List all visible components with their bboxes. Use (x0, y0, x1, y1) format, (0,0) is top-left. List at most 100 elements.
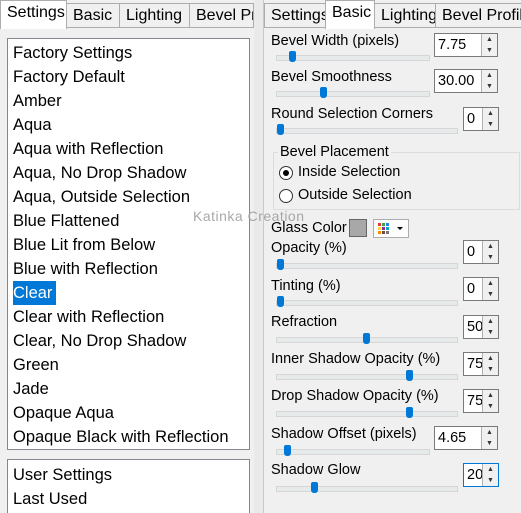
right-tab-strip: Settings Basic Lighting Bevel Profile (264, 0, 521, 29)
inside-selection-radio[interactable] (279, 166, 293, 180)
refraction-label: Refraction (271, 314, 338, 330)
shadow-offset-slider[interactable] (276, 449, 430, 455)
list-item-label: Aqua, No Drop Shadow (13, 164, 187, 182)
slider-thumb[interactable] (277, 296, 284, 307)
spin-down-icon[interactable]: ▼ (482, 475, 498, 486)
inner-shadow-slider[interactable] (276, 374, 458, 380)
tab-bevel-profile[interactable]: Bevel Profile (435, 3, 521, 27)
list-item-label: Aqua with Reflection (13, 140, 164, 158)
preset-list-item[interactable]: Jade (8, 377, 249, 401)
bevel-width-input[interactable]: 7.75 ▲ ▼ (434, 33, 498, 57)
spin-down-icon[interactable]: ▼ (482, 401, 498, 412)
preset-list-item[interactable]: Aqua, No Drop Shadow (8, 161, 249, 185)
preset-list-item[interactable]: Clear (8, 281, 249, 305)
opacity-input[interactable]: 0 ▲ ▼ (463, 240, 499, 264)
tab-settings[interactable]: Settings (264, 3, 326, 27)
splitter[interactable] (254, 0, 263, 513)
slider-thumb[interactable] (288, 51, 296, 62)
tinting-label: Tinting (%) (271, 278, 341, 294)
bevel-width-slider[interactable] (276, 55, 430, 61)
slider-thumb[interactable] (320, 87, 328, 98)
tab-lighting[interactable]: Lighting (119, 3, 190, 27)
list-item-label: Aqua (13, 116, 52, 134)
slider-thumb[interactable] (406, 370, 413, 381)
spin-down-icon[interactable]: ▼ (482, 327, 498, 338)
settings-panel: Settings Basic Lighting Bevel Pr Factory… (0, 0, 254, 513)
preset-list-item[interactable]: Opaque Black with Reflection (8, 425, 249, 449)
spin-down-icon[interactable]: ▼ (482, 364, 498, 375)
bevel-smoothness-slider[interactable] (276, 91, 430, 97)
list-item-label: Blue Lit from Below (13, 236, 156, 254)
list-item-label: Opaque Aqua (13, 404, 114, 422)
list-item-label: Blue Flattened (13, 212, 120, 230)
shadow-glow-slider[interactable] (276, 486, 458, 492)
outside-selection-radio[interactable] (279, 189, 293, 203)
spin-down-icon[interactable]: ▼ (482, 252, 498, 263)
spin-down-icon[interactable]: ▼ (481, 438, 497, 449)
shadow-glow-value: 20 (467, 467, 484, 483)
slider-thumb[interactable] (284, 445, 292, 456)
bevel-smoothness-input[interactable]: 30.00 ▲ ▼ (434, 69, 498, 93)
tab-basic[interactable]: Basic (325, 0, 375, 29)
shadow-glow-label: Shadow Glow (271, 462, 361, 478)
slider-thumb[interactable] (311, 482, 319, 493)
tab-settings[interactable]: Settings (0, 0, 67, 29)
refraction-input[interactable]: 50 ▲ ▼ (463, 315, 499, 339)
list-item-label: Jade (13, 380, 49, 398)
opacity-slider[interactable] (276, 263, 458, 269)
drop-shadow-slider[interactable] (276, 411, 458, 417)
drop-shadow-label: Drop Shadow Opacity (%) (271, 388, 439, 404)
drop-shadow-value: 75 (467, 393, 484, 409)
tab-lighting[interactable]: Lighting (374, 3, 436, 27)
preset-list-item[interactable]: Clear, No Drop Shadow (8, 329, 249, 353)
slider-thumb[interactable] (277, 124, 284, 135)
list-item-label: Blue with Reflection (13, 260, 158, 278)
slider-thumb[interactable] (406, 407, 413, 418)
list-item-label: Green (13, 356, 59, 374)
color-palette-button[interactable] (373, 219, 409, 238)
preset-list-item[interactable]: Aqua, Outside Selection (8, 185, 249, 209)
preset-list-item[interactable]: Blue with Reflection (8, 257, 249, 281)
factory-presets-list[interactable]: Factory Settings Factory Default Amber Aqua… (7, 38, 250, 450)
list-item-label: Clear with Reflection (13, 308, 165, 326)
glass-color-swatch[interactable] (349, 219, 367, 237)
tinting-input[interactable]: 0 ▲ ▼ (463, 277, 499, 301)
tab-bevel-profile[interactable]: Bevel Pr (189, 3, 254, 27)
tinting-slider[interactable] (276, 300, 458, 306)
preset-list-item[interactable]: Opaque Aqua (8, 401, 249, 425)
user-preset-item[interactable]: Last Used (8, 487, 249, 511)
spin-down-icon[interactable]: ▼ (482, 289, 498, 300)
user-presets-list[interactable]: User Settings Last Used (7, 459, 250, 513)
user-preset-item[interactable]: User Settings (8, 463, 249, 487)
preset-list-item[interactable]: Factory Default (8, 65, 249, 89)
round-corners-input[interactable]: 0 ▲ ▼ (463, 107, 499, 131)
preset-list-item[interactable]: Amber (8, 89, 249, 113)
round-corners-value: 0 (467, 111, 476, 127)
bevel-width-value: 7.75 (438, 37, 467, 53)
round-corners-slider[interactable] (276, 128, 458, 134)
preset-list-item[interactable]: Blue Lit from Below (8, 233, 249, 257)
round-corners-label: Round Selection Corners (271, 106, 434, 122)
outside-selection-label[interactable]: Outside Selection (298, 187, 412, 203)
inside-selection-label[interactable]: Inside Selection (298, 164, 400, 180)
preset-list-item[interactable]: Factory Settings (8, 41, 249, 65)
preset-list-item[interactable]: Aqua (8, 113, 249, 137)
drop-shadow-input[interactable]: 75 ▲ ▼ (463, 389, 499, 413)
inner-shadow-value: 75 (467, 356, 484, 372)
preset-list-item[interactable]: Aqua with Reflection (8, 137, 249, 161)
slider-thumb[interactable] (277, 259, 284, 270)
spin-down-icon[interactable]: ▼ (481, 45, 497, 56)
list-item-label: Aqua, Outside Selection (13, 188, 191, 206)
inner-shadow-input[interactable]: 75 ▲ ▼ (463, 352, 499, 376)
spin-down-icon[interactable]: ▼ (481, 81, 497, 92)
preset-list-item[interactable]: Green (8, 353, 249, 377)
spin-down-icon[interactable]: ▼ (482, 119, 498, 130)
preset-list-item[interactable]: Clear with Reflection (8, 305, 249, 329)
tab-basic[interactable]: Basic (66, 3, 120, 27)
refraction-value: 50 (467, 319, 484, 335)
shadow-glow-input[interactable]: 20 ▲ ▼ (463, 463, 499, 487)
basic-panel: Settings Basic Lighting Bevel Profile Be… (263, 0, 521, 513)
shadow-offset-input[interactable]: 4.65 ▲ ▼ (434, 426, 498, 450)
slider-thumb[interactable] (363, 333, 370, 344)
bevel-placement-title: Bevel Placement (278, 144, 391, 160)
